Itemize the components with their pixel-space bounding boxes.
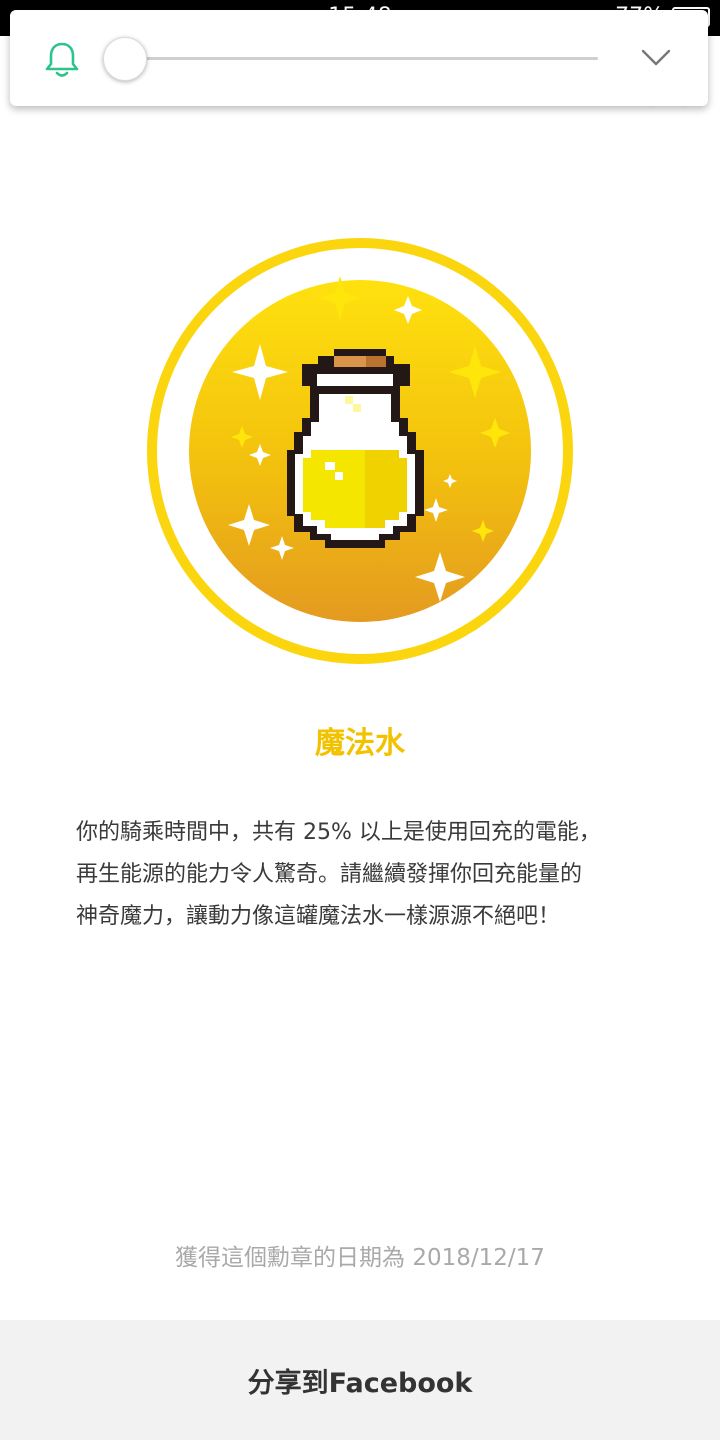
- magic-potion-badge: [147, 238, 573, 664]
- description-line: 神奇魔力，讓動力像這罐魔法水一樣源源不絕吧！: [76, 904, 561, 929]
- bell-icon[interactable]: [44, 40, 80, 78]
- notification-slider-thumb[interactable]: [103, 37, 147, 81]
- description-line: 再生能源的能力令人驚奇。請繼續發揮你回充能量的: [76, 862, 583, 887]
- share-facebook-button[interactable]: 分享到Facebook: [0, 1320, 720, 1440]
- notification-card: [10, 10, 708, 106]
- notification-slider-track[interactable]: [134, 57, 598, 60]
- description-line: 你的騎乘時間中，共有 25% 以上是使用回充的電能，: [76, 820, 601, 845]
- chevron-down-icon[interactable]: [640, 46, 672, 70]
- potion-bottle-icon: [287, 349, 424, 548]
- earned-date: 獲得這個勳章的日期為 2018/12/17: [175, 1245, 545, 1271]
- badge-description: 你的騎乘時間中，共有 25% 以上是使用回充的電能， 再生能源的能力令人驚奇。請…: [76, 812, 656, 938]
- badge-title: 魔法水: [315, 726, 405, 761]
